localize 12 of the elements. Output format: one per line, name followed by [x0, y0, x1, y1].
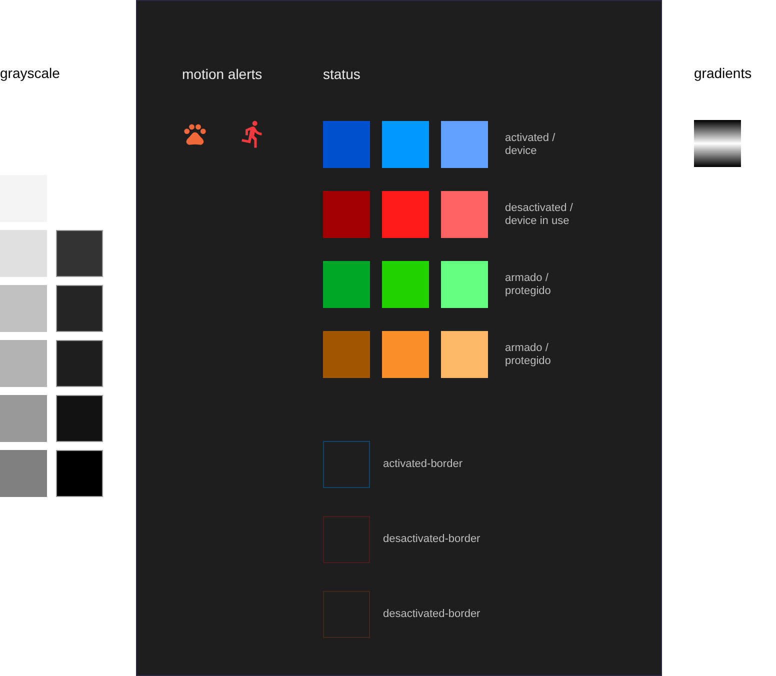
swatch-label: activated-border	[383, 458, 462, 471]
swatch-label: desactivated-border	[383, 533, 480, 546]
section-title: gradients	[694, 64, 752, 83]
swatch-label: armado / protegido	[505, 272, 551, 298]
section-title: status	[323, 65, 362, 84]
section-title: grayscale	[0, 64, 61, 83]
section-title: motion alerts	[182, 65, 264, 84]
swatch-label: armado / protegido	[505, 342, 551, 368]
swatch-label: desactivated-border	[383, 608, 480, 621]
gradient-swatch	[694, 120, 741, 167]
swatch-label: activated / device	[505, 132, 556, 158]
swatch-label: desactivated / device in use	[505, 202, 573, 228]
